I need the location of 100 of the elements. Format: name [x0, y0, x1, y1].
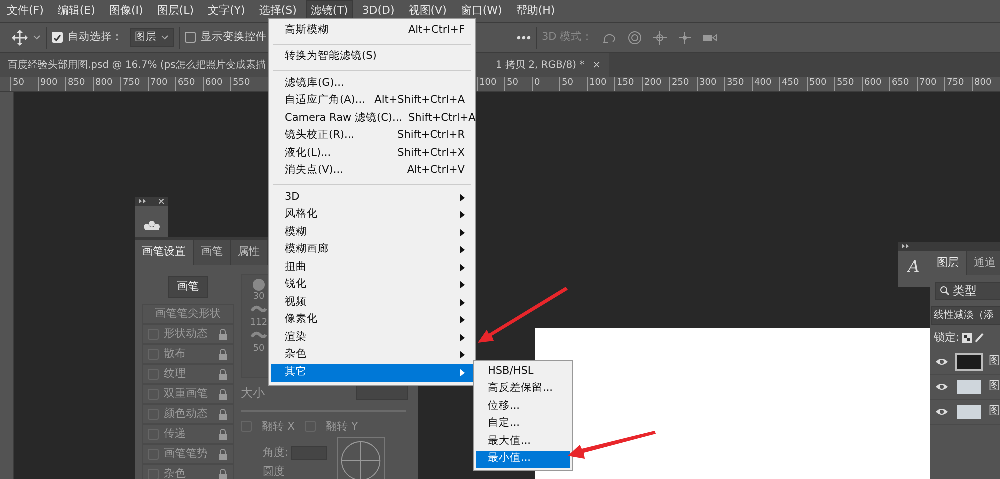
menu-item[interactable]: 模糊 [271, 224, 473, 242]
layer-filter[interactable]: 类型 [935, 282, 1000, 300]
eye-icon[interactable] [935, 356, 949, 366]
drag-icon[interactable] [652, 30, 668, 46]
ruler-label: 400 [752, 77, 779, 91]
brush-button[interactable]: 画笔 [168, 276, 208, 298]
ruler-label: 600 [862, 77, 889, 91]
slide-icon[interactable] [677, 30, 694, 46]
lock-icon[interactable] [218, 328, 228, 340]
brush-size-label: 30 [253, 292, 265, 302]
close-tab[interactable]: × [592, 58, 602, 72]
ruler-label: 350 [724, 77, 752, 91]
menu-item[interactable]: 视频 [271, 294, 473, 312]
ruler-label: 700 [916, 77, 944, 91]
layer-name[interactable]: 图 [989, 378, 1000, 395]
brush-tip-icon[interactable] [250, 278, 268, 290]
eye-icon[interactable] [935, 382, 949, 392]
layer-name[interactable]: 图 [989, 353, 1000, 370]
menu-item[interactable]: 其它 [271, 364, 473, 382]
menu-item[interactable]: 杂色 [271, 346, 473, 364]
menu-item[interactable]: 窗口(W) [456, 0, 508, 22]
menu-item[interactable]: 图层(L) [152, 0, 200, 22]
panel-tab[interactable]: 画笔 [194, 240, 231, 264]
menu-item[interactable]: 最大值... [476, 433, 570, 450]
menu-item[interactable]: 风格化 [271, 206, 473, 224]
panel-tab[interactable]: 画笔设置 [135, 240, 194, 264]
ruler-label: 700 [148, 77, 175, 91]
checkbox[interactable] [185, 32, 196, 43]
menu-item[interactable]: 编辑(E) [52, 0, 100, 22]
ruler-label: 750 [120, 77, 148, 91]
menu-item[interactable]: 高斯模糊 Alt+Ctrl+F [271, 22, 473, 40]
menu-item[interactable]: 液化(L)... Shift+Ctrl+X [271, 145, 473, 162]
move-tool-icon[interactable] [12, 30, 28, 46]
lock-icon[interactable] [218, 388, 228, 400]
menu-item[interactable]: 镜头校正(R)... Shift+Ctrl+R [271, 128, 473, 145]
menu-item[interactable]: 文件(F) [2, 0, 49, 22]
ruler-label: 150 [614, 77, 642, 91]
collapse-icon[interactable] [139, 199, 146, 204]
menu-item[interactable]: 扭曲 [271, 259, 473, 276]
checkerboard-icon[interactable] [962, 333, 972, 344]
submenu-arrow-icon [460, 211, 465, 220]
menu-item[interactable]: 视图(V) [404, 0, 452, 22]
eye-icon[interactable] [935, 406, 949, 416]
menu-item[interactable]: 锐化 [271, 276, 473, 294]
auto-select-label: 自动选择： [68, 30, 123, 45]
lock-icon[interactable] [218, 448, 228, 460]
angle-label: 角度: [263, 445, 289, 461]
character-panel-icon[interactable]: A [898, 257, 930, 277]
close-icon[interactable] [159, 199, 164, 204]
menu-item[interactable]: 图像(I) [104, 0, 148, 22]
collapse-icon[interactable] [902, 244, 909, 249]
layer-thumbnail[interactable] [955, 378, 983, 396]
menu-item[interactable]: 像素化 [271, 312, 473, 329]
ruler-label: 50 [504, 77, 532, 91]
menu-item[interactable]: 3D [271, 189, 473, 206]
caret-icon [161, 35, 169, 40]
ruler-label: 650 [175, 77, 202, 91]
layer-thumbnail[interactable] [955, 402, 983, 420]
menu-item[interactable]: 自定... [476, 416, 570, 433]
ruler-label: 50 [559, 77, 586, 91]
panel-tab[interactable]: 通道 [967, 251, 1000, 275]
menu-item[interactable]: 3D(D) [357, 0, 400, 22]
more-icon[interactable] [517, 34, 531, 40]
layer-name[interactable]: 图 [989, 403, 1000, 420]
layer-dropdown[interactable]: 图层 [130, 28, 174, 48]
lock-icon[interactable] [218, 368, 228, 380]
layer-thumbnail[interactable] [955, 352, 983, 370]
blend-mode-dropdown[interactable]: 线性减淡（添 [931, 306, 1000, 325]
ruler-label: 900 [38, 77, 65, 91]
ruler-label: 800 [972, 77, 999, 91]
menu-item[interactable]: 位移... [476, 398, 570, 416]
lock-icon[interactable] [218, 348, 228, 360]
menu-item[interactable]: 文字(Y) [203, 0, 250, 22]
size-field[interactable] [356, 385, 408, 400]
menu-item[interactable]: 转换为智能滤镜(S) [271, 48, 473, 66]
caret-icon[interactable] [33, 35, 41, 40]
size-label: 大小 [241, 384, 265, 402]
menu-item[interactable]: 选择(S) [254, 0, 302, 22]
panel-tab[interactable]: 属性 [231, 240, 268, 264]
menu-item[interactable]: 渲染 [271, 329, 473, 346]
menu-item[interactable]: 模糊画廊 [271, 242, 473, 259]
menu-item[interactable]: 消失点(V)... Alt+Ctrl+V [271, 162, 473, 180]
lock-icon[interactable] [218, 468, 228, 479]
menu-item[interactable]: HSB/HSL [476, 363, 570, 380]
ruler-label: 550 [230, 77, 258, 91]
menu-item[interactable]: 自适应广角(A)... Alt+Shift+Ctrl+A [271, 92, 473, 110]
ruler-label: 850 [65, 77, 92, 91]
lock-label: 锁定: [934, 330, 960, 346]
brush-presets-icon[interactable] [142, 218, 162, 232]
brush-angle-drawing[interactable] [337, 437, 386, 479]
menu-item[interactable]: 滤镜库(G)... [271, 75, 473, 92]
panel-tab[interactable]: 图层 [930, 251, 967, 275]
transform-controls-label: 显示变换控件 [201, 30, 267, 45]
lock-icon[interactable] [218, 428, 228, 440]
menu-item[interactable]: 帮助(H) [511, 0, 560, 22]
lock-icon[interactable] [218, 408, 228, 420]
roll-icon[interactable] [627, 30, 644, 46]
menu-item[interactable]: 高反差保留... [476, 380, 570, 398]
brush-icon[interactable] [975, 333, 986, 344]
menu-item[interactable]: 最小值... [476, 450, 570, 468]
